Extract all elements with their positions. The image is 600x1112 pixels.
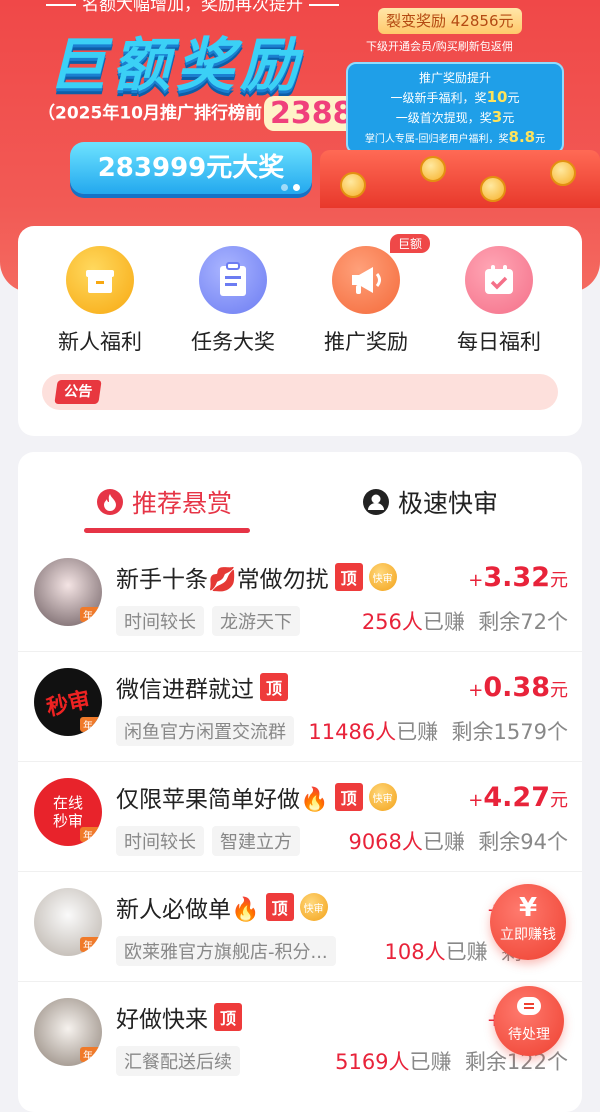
tab-recommended[interactable]: 推荐悬赏 bbox=[96, 484, 232, 520]
task-tags: 时间较长 智建立方 bbox=[116, 826, 300, 856]
fast-review-badge: 快审 bbox=[299, 893, 328, 921]
banner-sub-note: 下级开通会员/购买刷新包返佣 bbox=[366, 40, 513, 53]
chat-bubble-icon bbox=[517, 997, 541, 1015]
menu-item-promotion[interactable]: 巨额 推广奖励 bbox=[311, 234, 430, 356]
task-title: 好做快来 bbox=[116, 1007, 208, 1033]
banner-title: 巨额奖励 bbox=[48, 31, 305, 99]
task-row[interactable]: 在线秒审 年卡 仅限苹果简单好做🔥 顶 快审 时间较长 智建立方 +4.27元 9… bbox=[18, 762, 582, 872]
notice-tag: 公告 bbox=[54, 380, 102, 404]
calendar-check-icon bbox=[465, 246, 533, 314]
red-envelope-illustration bbox=[320, 150, 600, 208]
fast-review-badge: 快审 bbox=[368, 783, 397, 811]
task-title: 仅限苹果简单好做🔥 bbox=[116, 787, 329, 813]
task-tags: 汇餐配送后续 bbox=[116, 1046, 240, 1076]
menu-item-daily[interactable]: 每日福利 bbox=[444, 246, 554, 356]
task-tags: 时间较长 龙游天下 bbox=[116, 606, 300, 636]
split-reward-chip: 裂变奖励 42856元 bbox=[378, 8, 522, 34]
top-badge: 顶 bbox=[214, 1003, 242, 1031]
prize-button[interactable]: 283999元大奖 bbox=[70, 142, 312, 194]
avatar: 年卡 bbox=[34, 888, 102, 956]
top-badge: 顶 bbox=[260, 673, 288, 701]
task-tags: 欧莱雅官方旗舰店-积分... bbox=[116, 936, 336, 966]
flame-icon bbox=[97, 489, 123, 515]
tab-fast-review[interactable]: 极速快审 bbox=[362, 484, 498, 520]
yen-icon: ¥ bbox=[518, 893, 538, 923]
notice-bar[interactable]: 公告 bbox=[42, 374, 558, 410]
avatar: 年卡 bbox=[34, 998, 102, 1066]
megaphone-icon: 巨额 bbox=[332, 234, 430, 314]
menu-item-task-prize[interactable]: 任务大奖 bbox=[178, 246, 288, 356]
banner-top-text: 名额大幅增加，奖励再次提升 bbox=[40, 0, 340, 16]
hot-badge: 巨额 bbox=[389, 234, 430, 253]
promo-reward-box: 推广奖励提升 一级新手福利，奖10元 一级首次提现，奖3元 掌门人专属-回归老用… bbox=[346, 62, 564, 154]
user-circle-icon bbox=[363, 489, 389, 515]
task-row[interactable]: 秒审 年卡 微信进群就过 顶 闲鱼官方闲置交流群 +0.38元 11486人已赚… bbox=[18, 652, 582, 762]
clipboard-icon bbox=[199, 246, 267, 314]
carousel-dots bbox=[281, 184, 300, 191]
task-title: 新手十条💋常做勿扰 bbox=[116, 567, 329, 593]
task-stats: 11486人已赚 剩余1579个 bbox=[308, 720, 568, 744]
task-price: +0.38元 bbox=[468, 672, 568, 703]
quick-menu: 新人福利 任务大奖 巨额 推广奖励 每日福利 公告 bbox=[18, 226, 582, 436]
task-price: +4.27元 bbox=[468, 782, 568, 813]
pending-button[interactable]: 待处理 bbox=[494, 986, 564, 1056]
avatar: 年卡 bbox=[34, 558, 102, 626]
task-price: +3.32元 bbox=[468, 562, 568, 593]
avatar: 秒审 年卡 bbox=[34, 668, 102, 736]
task-title: 微信进群就过 bbox=[116, 677, 254, 703]
gift-box-icon bbox=[66, 246, 134, 314]
task-stats: 9068人已赚 剩余94个 bbox=[348, 830, 568, 854]
tab-active-underline bbox=[84, 528, 250, 533]
avatar: 在线秒审 年卡 bbox=[34, 778, 102, 846]
fast-review-badge: 快审 bbox=[368, 563, 397, 591]
earn-now-button[interactable]: ¥ 立即赚钱 bbox=[490, 884, 566, 960]
banner-rank-text: （2025年10月推广排行榜前2388名） bbox=[38, 96, 395, 131]
task-title: 新人必做单🔥 bbox=[116, 897, 260, 923]
task-row[interactable]: 年卡 新手十条💋常做勿扰 顶 快审 时间较长 龙游天下 +3.32元 256人已赚… bbox=[18, 542, 582, 652]
menu-item-newbie[interactable]: 新人福利 bbox=[45, 246, 155, 356]
task-tags: 闲鱼官方闲置交流群 bbox=[116, 716, 294, 746]
task-stats: 256人已赚 剩余72个 bbox=[361, 610, 568, 634]
top-badge: 顶 bbox=[334, 783, 363, 811]
top-badge: 顶 bbox=[265, 893, 294, 921]
top-badge: 顶 bbox=[334, 563, 363, 591]
